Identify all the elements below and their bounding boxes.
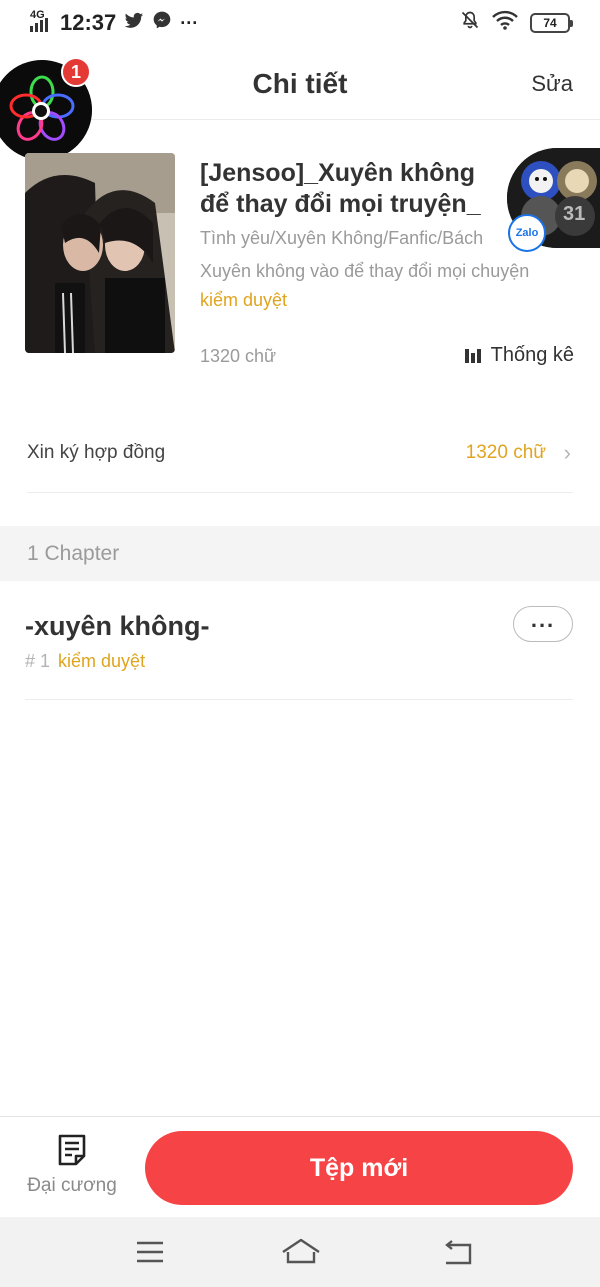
menu-icon[interactable] xyxy=(132,1234,168,1270)
chapter-number: # 1 xyxy=(25,651,51,671)
mute-bell-icon xyxy=(460,9,480,37)
messenger-icon xyxy=(152,10,172,36)
status-time: 12:37 xyxy=(60,10,117,35)
notification-badge: 1 xyxy=(61,57,91,87)
twitter-icon xyxy=(124,10,144,36)
chapter-list-item[interactable]: -xuyên không- # 1 kiểm duyệt ... xyxy=(25,605,573,700)
more-icon: ... xyxy=(530,607,556,632)
contract-row[interactable]: Xin ký hợp đồng 1320 chữ › xyxy=(27,412,573,493)
book-word-count: 1320 chữ xyxy=(200,346,277,366)
book-cover[interactable] xyxy=(25,153,175,353)
outline-label: Đại cương xyxy=(27,1175,117,1196)
home-icon[interactable] xyxy=(280,1234,322,1270)
bottom-action-bar: Đại cương Tệp mới xyxy=(0,1116,600,1217)
stats-button[interactable]: Thống kê xyxy=(464,344,574,367)
zalo-icon: Zalo xyxy=(508,214,546,252)
chapter-title: -xuyên không- xyxy=(25,611,210,641)
chapter-status: kiểm duyệt xyxy=(58,651,146,671)
contract-label: Xin ký hợp đồng xyxy=(27,442,166,463)
back-icon[interactable] xyxy=(440,1234,476,1270)
stats-label: Thống kê xyxy=(490,344,574,366)
edit-button[interactable]: Sửa xyxy=(531,71,573,97)
chapter-more-button[interactable]: ... xyxy=(513,606,573,642)
system-nav-bar xyxy=(0,1217,600,1287)
chapter-meta: # 1 kiểm duyệt xyxy=(25,651,145,672)
chapter-section-header: 1 Chapter xyxy=(0,526,600,581)
battery-icon: 74 xyxy=(530,13,573,33)
wifi-icon xyxy=(492,10,518,36)
book-status: kiểm duyệt xyxy=(200,290,288,310)
book-genre: Tình yêu/Xuyên Không/Fanfic/Bách xyxy=(200,228,484,248)
bar-chart-icon xyxy=(464,348,481,363)
document-icon xyxy=(58,1134,86,1166)
cover-image xyxy=(25,153,175,353)
contract-word-count: 1320 chữ xyxy=(465,442,546,463)
status-bar: 4G 12:37 ··· 74 xyxy=(0,0,600,46)
outline-button[interactable]: Đại cương xyxy=(22,1133,122,1203)
more-notifications-icon: ··· xyxy=(180,12,199,33)
new-chapter-button[interactable]: Tệp mới xyxy=(145,1131,573,1205)
chapter-count: 1 Chapter xyxy=(27,542,120,565)
chevron-right-icon: › xyxy=(563,440,571,465)
book-title: [Jensoo]_Xuyên không để thay đổi mọi tru… xyxy=(200,159,481,218)
signal-icon: 4G xyxy=(30,10,52,34)
book-description: Xuyên không vào để thay đổi mọi chuyện xyxy=(200,261,530,281)
avatar-count: 31 xyxy=(563,203,586,225)
